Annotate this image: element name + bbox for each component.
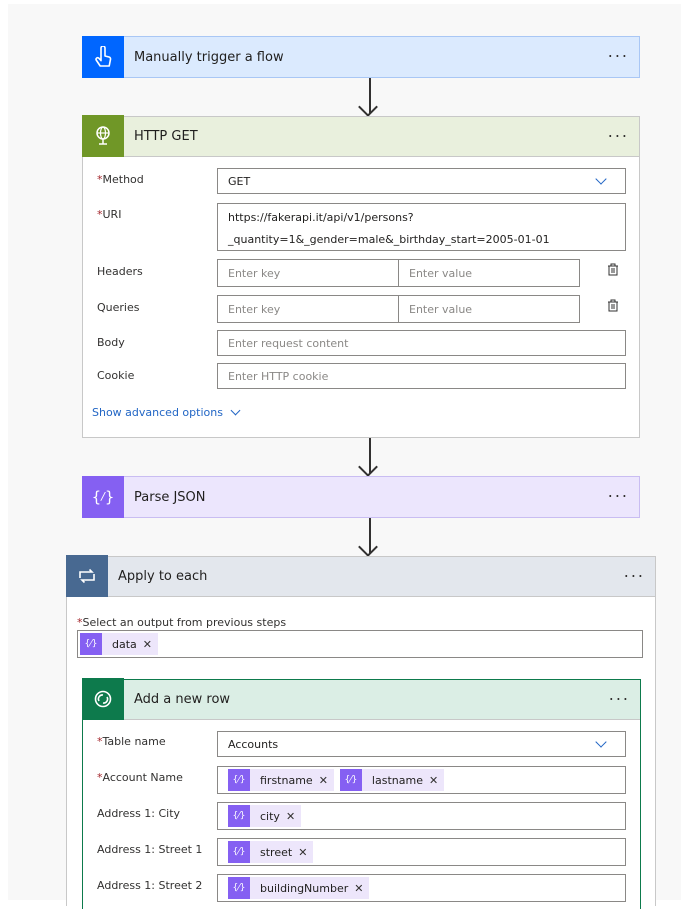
http-card[interactable]: HTTP GET ··· *Method GET *URI https://fa… [82, 115, 640, 438]
city-label: Address 1: City [97, 807, 181, 820]
braces-icon: {⁄} [339, 769, 362, 791]
add-row-header[interactable]: Add a new row ··· [82, 678, 640, 720]
arrow-down-icon [358, 97, 378, 117]
remove-token-icon[interactable]: ✕ [286, 810, 295, 823]
add-row-menu-button[interactable]: ··· [609, 689, 630, 708]
remove-token-icon[interactable]: ✕ [429, 774, 438, 787]
method-label: *Method [97, 173, 144, 186]
cookie-input[interactable]: Enter HTTP cookie [217, 363, 626, 389]
apply-to-each-title: Apply to each [118, 569, 208, 584]
street1-input[interactable]: {⁄} street ✕ [217, 838, 626, 866]
chevron-down-icon [230, 405, 241, 416]
http-title: HTTP GET [134, 129, 198, 144]
remove-token-icon[interactable]: ✕ [354, 882, 363, 895]
remove-token-icon[interactable]: ✕ [298, 846, 307, 859]
headers-key-input[interactable]: Enter key [217, 259, 399, 287]
queries-key-input[interactable]: Enter key [217, 295, 399, 323]
apply-to-each-header[interactable]: Apply to each ··· [66, 555, 655, 597]
add-row-title: Add a new row [134, 692, 231, 707]
city-input[interactable]: {⁄} city ✕ [217, 802, 626, 830]
flow-canvas: Manually trigger a flow ··· HTTP GET ···… [8, 4, 681, 909]
apply-to-each-menu-button[interactable]: ··· [624, 566, 645, 585]
loop-icon [66, 555, 108, 597]
trigger-header[interactable]: Manually trigger a flow ··· [82, 35, 639, 78]
dynamic-content-token[interactable]: {⁄} buildingNumber ✕ [228, 877, 370, 899]
dynamic-content-token[interactable]: {⁄} street ✕ [228, 841, 314, 863]
trigger-card[interactable]: Manually trigger a flow ··· [82, 35, 640, 78]
street2-label: Address 1: Street 2 [97, 879, 203, 892]
apply-to-each-card[interactable]: Apply to each ··· *Select an output from… [66, 555, 656, 909]
parse-json-title: Parse JSON [134, 489, 206, 505]
trash-icon[interactable] [607, 263, 619, 279]
show-advanced-link[interactable]: Show advanced options [92, 405, 241, 419]
dataverse-icon [82, 678, 124, 720]
arrow-down-icon [358, 537, 378, 557]
arrow-down-icon [358, 457, 378, 477]
dynamic-content-token[interactable]: {⁄} data ✕ [80, 633, 158, 655]
braces-icon: {⁄} [228, 805, 250, 827]
braces-icon: {⁄} [228, 841, 250, 863]
parse-json-menu-button[interactable]: ··· [608, 487, 629, 506]
trigger-menu-button[interactable]: ··· [608, 47, 629, 66]
add-row-card[interactable]: Add a new row ··· *Table name Accounts *… [82, 678, 641, 909]
hand-touch-icon [82, 35, 124, 78]
headers-label: Headers [97, 265, 143, 278]
select-output-input[interactable]: {⁄} data ✕ [77, 630, 643, 658]
dynamic-content-token[interactable]: {⁄} city ✕ [228, 805, 302, 827]
uri-input[interactable]: https://fakerapi.it/api/v1/persons? _qua… [217, 203, 626, 251]
uri-label: *URI [97, 208, 122, 221]
remove-token-icon[interactable]: ✕ [143, 638, 152, 651]
dynamic-content-token[interactable]: {⁄} lastname ✕ [339, 769, 445, 791]
headers-value-input[interactable]: Enter value [398, 259, 580, 287]
http-header[interactable]: HTTP GET ··· [82, 115, 639, 157]
globe-icon [82, 115, 124, 157]
trigger-title: Manually trigger a flow [134, 49, 284, 65]
table-name-label: *Table name [97, 735, 166, 748]
parse-json-card[interactable]: {/} Parse JSON ··· [82, 475, 640, 518]
trash-icon[interactable] [607, 299, 619, 315]
braces-icon: {/} [82, 475, 124, 518]
queries-label: Queries [97, 301, 140, 314]
chevron-down-icon [595, 173, 607, 185]
body-label: Body [97, 336, 125, 349]
http-menu-button[interactable]: ··· [608, 126, 629, 145]
select-output-label: *Select an output from previous steps [77, 616, 287, 629]
body-input[interactable]: Enter request content [217, 330, 626, 356]
table-name-select[interactable]: Accounts [217, 731, 626, 757]
account-name-label: *Account Name [97, 771, 183, 784]
remove-token-icon[interactable]: ✕ [319, 774, 328, 787]
braces-icon: {⁄} [80, 633, 102, 655]
cookie-label: Cookie [97, 369, 135, 382]
parse-json-header[interactable]: {/} Parse JSON ··· [82, 475, 639, 518]
method-select[interactable]: GET [217, 168, 626, 194]
account-name-input[interactable]: {⁄} firstname ✕ {⁄} lastname ✕ [217, 766, 626, 794]
braces-icon: {⁄} [228, 769, 250, 791]
street1-label: Address 1: Street 1 [97, 843, 203, 856]
braces-icon: {⁄} [228, 877, 250, 899]
chevron-down-icon [595, 736, 607, 748]
queries-value-input[interactable]: Enter value [398, 295, 580, 323]
dynamic-content-token[interactable]: {⁄} firstname ✕ [228, 769, 334, 791]
street2-input[interactable]: {⁄} buildingNumber ✕ [217, 874, 626, 902]
